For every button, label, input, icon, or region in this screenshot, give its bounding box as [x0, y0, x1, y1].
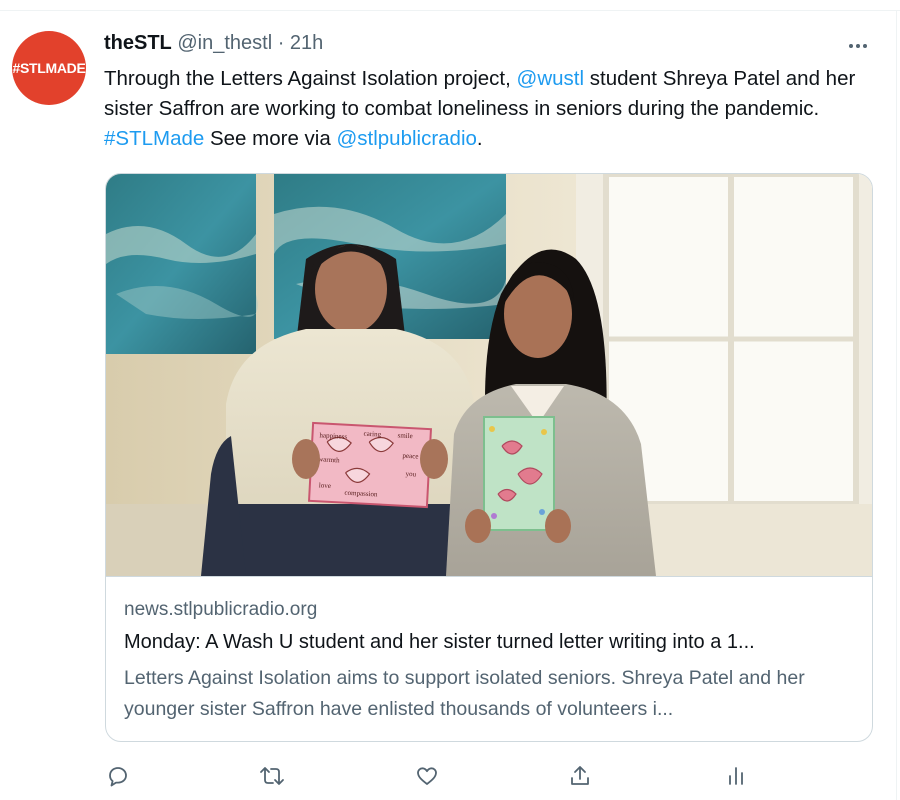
card-description: Letters Against Isolation aims to suppor…: [124, 667, 805, 720]
card-image[interactable]: happiness caring smile peace you compass…: [106, 174, 872, 576]
meta-separator: ·: [272, 32, 290, 54]
card-info[interactable]: news.stlpublicradio.org Monday: A Wash U…: [106, 576, 872, 741]
mention-link[interactable]: @stlpublicradio: [336, 127, 476, 150]
tweet-text-segment: See more via: [204, 127, 337, 150]
retweet-button[interactable]: [258, 762, 286, 790]
reply-icon: [109, 767, 127, 787]
reply-button[interactable]: [104, 762, 132, 790]
tweet-text-segment: Through the Letters Against Isolation pr…: [104, 67, 517, 90]
display-name[interactable]: theSTL: [104, 32, 172, 54]
analytics-button[interactable]: [722, 762, 750, 790]
hashtag-link[interactable]: #STLMade: [104, 127, 204, 150]
card1-word: peace: [402, 452, 418, 461]
timeline-border: [896, 10, 897, 800]
card-domain: news.stlpublicradio.org: [124, 599, 318, 620]
mention-link[interactable]: @wustl: [517, 67, 585, 90]
avatar[interactable]: #STLMADE: [12, 31, 86, 105]
more-dot-icon: [863, 44, 867, 48]
tweet-text-segment: .: [476, 127, 483, 150]
link-card[interactable]: happiness caring smile peace you compass…: [105, 173, 873, 742]
more-options-button[interactable]: [844, 36, 872, 56]
card1-word: smile: [397, 431, 413, 440]
tweet-timestamp[interactable]: 21h: [290, 32, 323, 54]
card-photo-illustration: happiness caring smile peace you compass…: [106, 174, 872, 576]
analytics-icon: [729, 767, 743, 785]
tweet-text: Through the Letters Against Isolation pr…: [104, 64, 884, 154]
heart-icon: [417, 767, 437, 785]
card1-word: warmth: [318, 455, 340, 464]
tweet-header: theSTL @in_thestl · 21h: [104, 32, 323, 55]
retweet-icon: [260, 767, 284, 785]
card1-word: love: [319, 481, 331, 490]
avatar-label: #STLMADE: [12, 60, 86, 76]
user-handle[interactable]: @in_thestl: [177, 32, 272, 54]
card1-word: you: [405, 470, 416, 479]
card-title: Monday: A Wash U student and her sister …: [124, 631, 755, 653]
more-dot-icon: [856, 44, 860, 48]
more-dot-icon: [849, 44, 853, 48]
share-button[interactable]: [566, 762, 594, 790]
share-icon: [571, 766, 589, 785]
card1-word: happiness: [319, 431, 347, 440]
timeline-divider: [0, 10, 900, 11]
card1-word: caring: [363, 430, 381, 439]
like-button[interactable]: [413, 762, 441, 790]
